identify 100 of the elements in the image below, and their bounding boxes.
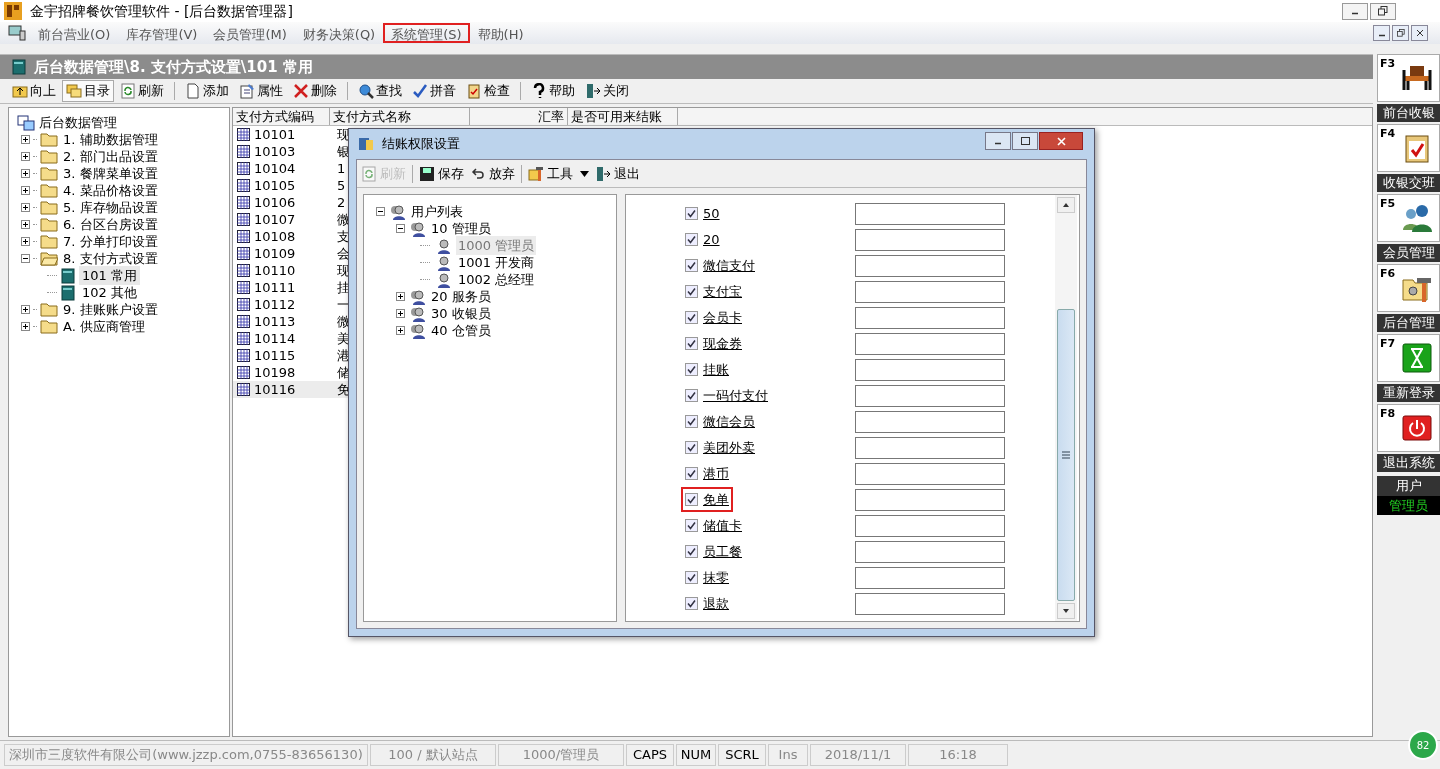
toolbar-button[interactable]: 删除 <box>289 80 341 102</box>
restore-button[interactable] <box>1370 2 1396 20</box>
shortcut-button[interactable]: F7 <box>1377 334 1440 382</box>
expand-icon[interactable] <box>396 326 405 335</box>
toolbar-button[interactable]: 添加 <box>181 80 233 102</box>
exit-icon <box>585 83 601 99</box>
input-field[interactable] <box>855 384 1005 407</box>
payment-checkbox[interactable]: 美团外卖 <box>683 436 843 459</box>
payment-checkbox[interactable]: 现金券 <box>683 332 843 355</box>
payment-checkbox[interactable]: 员工餐 <box>683 540 843 563</box>
toolbar-button[interactable]: 拼音 <box>408 80 460 102</box>
payment-checkbox[interactable]: 会员卡 <box>683 306 843 329</box>
input-field[interactable] <box>855 306 1005 329</box>
expand-icon[interactable] <box>396 292 405 301</box>
expand-icon[interactable] <box>21 152 30 161</box>
shortcut-button[interactable]: F6 <box>1377 264 1440 312</box>
payment-checkbox[interactable]: 港币 <box>683 462 843 485</box>
menu-item[interactable]: 系统管理(S) <box>383 23 470 43</box>
expand-icon[interactable] <box>21 237 30 246</box>
payment-checkbox[interactable]: 50 <box>683 202 843 225</box>
toolbar-button[interactable]: 检查 <box>462 80 514 102</box>
toolbar-button[interactable]: 帮助 <box>527 80 579 102</box>
payment-checkbox[interactable]: 储值卡 <box>683 514 843 537</box>
toolbar-button[interactable]: 放弃 <box>470 162 515 185</box>
menu-item[interactable]: 会员管理(M) <box>205 23 295 43</box>
scroll-down-icon[interactable] <box>1057 603 1075 619</box>
payment-checkbox[interactable]: 一码付支付 <box>683 384 843 407</box>
expand-icon[interactable] <box>21 135 30 144</box>
toolbar-button[interactable]: 向上 <box>8 80 60 102</box>
column-header[interactable]: 支付方式名称 <box>330 108 470 125</box>
menu-item[interactable]: 前台营业(O) <box>30 23 119 43</box>
shortcut-button[interactable]: F4 <box>1377 124 1440 172</box>
input-field[interactable] <box>855 488 1005 511</box>
payment-checkbox[interactable]: 抹零 <box>683 566 843 589</box>
input-field[interactable] <box>855 280 1005 303</box>
grid-icon <box>237 179 250 192</box>
maximize-button[interactable] <box>1012 132 1038 150</box>
input-field[interactable] <box>855 436 1005 459</box>
expand-icon[interactable] <box>21 169 30 178</box>
input-field[interactable] <box>855 228 1005 251</box>
expand-icon[interactable] <box>396 309 405 318</box>
input-field[interactable] <box>855 254 1005 277</box>
tree-item[interactable]: 1000 管理员 <box>456 235 537 256</box>
shortcut-button[interactable]: F3 <box>1377 54 1440 102</box>
input-field[interactable] <box>855 462 1005 485</box>
scroll-up-icon[interactable] <box>1057 197 1075 213</box>
input-field[interactable] <box>855 358 1005 381</box>
collapse-icon[interactable] <box>376 207 385 216</box>
collapse-icon[interactable] <box>21 254 30 263</box>
grid-icon <box>237 128 250 141</box>
expand-icon[interactable] <box>21 322 30 331</box>
column-header[interactable]: 支付方式编码 <box>233 108 330 125</box>
tree-item[interactable]: 101 常用 <box>79 265 140 286</box>
scrollbar[interactable] <box>1055 195 1077 621</box>
menu-item[interactable]: 库存管理(V) <box>118 23 206 43</box>
toolbar-button[interactable]: 工具 <box>528 162 589 185</box>
toolbar-button[interactable]: 关闭 <box>581 80 633 102</box>
expand-icon[interactable] <box>21 186 30 195</box>
input-field[interactable] <box>855 566 1005 589</box>
input-field[interactable] <box>855 514 1005 537</box>
toolbar-button[interactable]: 属性 <box>235 80 287 102</box>
input-field[interactable] <box>855 332 1005 355</box>
column-header[interactable]: 汇率 <box>470 108 568 125</box>
expand-icon[interactable] <box>21 305 30 314</box>
shortcut-button[interactable]: F5 <box>1377 194 1440 242</box>
payment-checkbox[interactable]: 微信会员 <box>683 410 843 433</box>
checkbox-icon <box>685 233 698 246</box>
payment-checkbox[interactable]: 挂账 <box>683 358 843 381</box>
table-cell-text: 10115 <box>254 346 296 365</box>
column-header[interactable]: 是否可用来结账 <box>568 108 678 125</box>
input-field[interactable] <box>855 410 1005 433</box>
status-panel: 2018/11/1 <box>810 744 906 766</box>
shortcut-key: F5 <box>1380 196 1396 213</box>
menu-item[interactable]: 帮助(H) <box>469 23 532 43</box>
payment-checkbox[interactable]: 微信支付 <box>683 254 843 277</box>
input-field[interactable] <box>855 202 1005 225</box>
toolbar-button[interactable]: 查找 <box>354 80 406 102</box>
toolbar-button[interactable]: 刷新 <box>116 80 168 102</box>
minimize-button[interactable] <box>1373 25 1390 41</box>
menu-item[interactable]: 财务决策(Q) <box>294 23 384 43</box>
input-field[interactable] <box>855 540 1005 563</box>
expand-icon[interactable] <box>21 220 30 229</box>
payment-checkbox[interactable]: 免单 <box>683 488 843 511</box>
shortcut-button[interactable]: F8 <box>1377 404 1440 452</box>
payment-checkbox[interactable]: 退款 <box>683 592 843 615</box>
input-field[interactable] <box>855 592 1005 615</box>
restore-button[interactable] <box>1392 25 1409 41</box>
expand-icon[interactable] <box>21 203 30 212</box>
table-cell-text: 美 <box>336 329 350 348</box>
toolbar-button[interactable]: 退出 <box>595 162 640 185</box>
close-button[interactable] <box>1411 25 1428 41</box>
table-cell-text: 10111 <box>254 278 296 297</box>
toolbar-button[interactable]: 保存 <box>419 162 464 185</box>
payment-checkbox[interactable]: 支付宝 <box>683 280 843 303</box>
scroll-thumb[interactable] <box>1057 309 1075 601</box>
collapse-icon[interactable] <box>396 224 405 233</box>
toolbar-button[interactable]: 目录 <box>62 80 114 102</box>
table-cell-text: 10101 <box>254 125 296 144</box>
payment-checkbox[interactable]: 20 <box>683 228 843 251</box>
close-button[interactable] <box>1039 132 1083 150</box>
